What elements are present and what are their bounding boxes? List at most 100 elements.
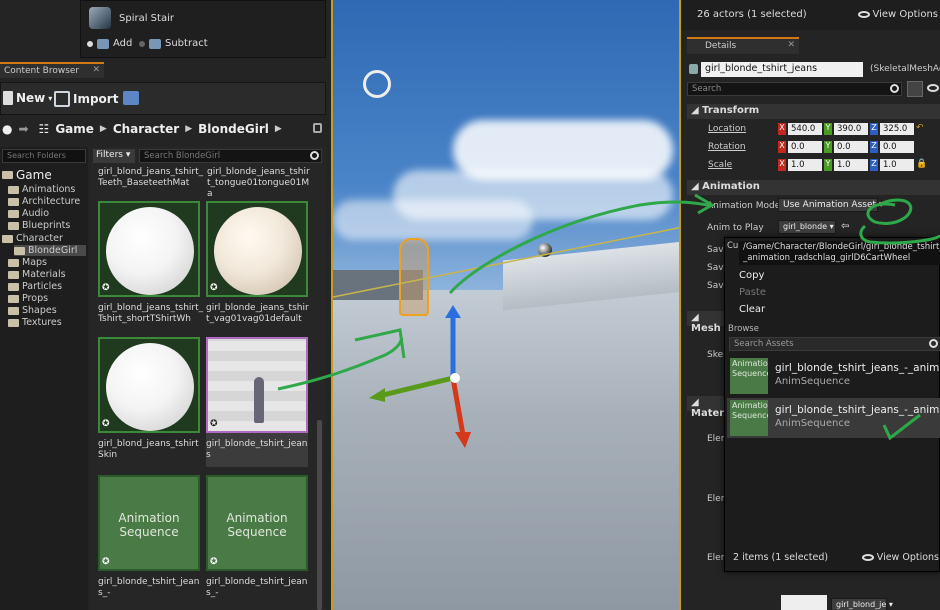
paste-menu-item[interactable]: Paste [739, 287, 766, 298]
cut-label[interactable]: Cu [727, 241, 738, 251]
selected-character-mesh[interactable] [399, 238, 429, 316]
star-icon[interactable]: ✪ [102, 283, 112, 293]
eye-icon[interactable] [927, 84, 939, 92]
folder-label: Particles [22, 281, 63, 292]
folder-item-materials[interactable]: Materials [8, 269, 66, 280]
search-icon[interactable] [929, 339, 938, 348]
subtract-radio[interactable]: Subtract [139, 38, 208, 49]
use-selected-arrow-icon[interactable]: ⇦ [841, 221, 849, 232]
grid-view-icon[interactable] [907, 81, 923, 97]
folder-item-blondegirl[interactable]: BlondeGirl [14, 245, 86, 256]
asset-picker-menu: Cu /Game/Character/BlondeGirl/girl_blond… [724, 237, 940, 572]
back-arrow-icon[interactable]: ● [2, 122, 12, 136]
folder-search-input[interactable]: Search Folders [2, 149, 86, 163]
sphere-reflection-icon[interactable] [538, 243, 552, 257]
asset-picker-view-options-button[interactable]: View Options [861, 552, 939, 563]
breadcrumb-game[interactable]: Game [55, 122, 94, 136]
asset-result-item[interactable]: Animation Sequence girl_blonde_tshirt_je… [727, 356, 940, 396]
search-icon[interactable] [310, 151, 319, 160]
radio-add-icon [87, 40, 93, 47]
asset-result-name: girl_blonde_tshirt_jeans_-_animation_ [775, 362, 940, 374]
folder-label: Audio [22, 208, 50, 219]
folder-item-architecture[interactable]: Architecture [8, 196, 80, 207]
location-z-field[interactable]: 325.0 [880, 123, 914, 135]
breadcrumb-character[interactable]: Character [113, 122, 179, 136]
breadcrumb-separator-icon[interactable]: ▶ [100, 124, 107, 134]
close-icon[interactable]: ✕ [92, 65, 100, 75]
scale-z-field[interactable]: 1.0 [880, 159, 914, 171]
asset-name: girl_blonde_tshirt_jeans_- [206, 577, 308, 598]
animation-title: Animation [702, 181, 760, 192]
anim-to-play-dropdown[interactable]: girl_blonde ▾ [778, 220, 836, 234]
close-icon[interactable]: ✕ [787, 40, 795, 50]
asset-search-input[interactable]: Search BlondeGirl [139, 149, 322, 163]
folder-item-textures[interactable]: Textures [8, 317, 62, 328]
actor-name-field[interactable]: girl_blonde_tshirt_jeans [701, 62, 863, 77]
rotation-label[interactable]: Rotation [708, 142, 746, 152]
star-icon[interactable]: ✪ [210, 557, 220, 567]
spiral-stair-item[interactable]: Spiral Stair [89, 7, 174, 29]
thumbnail-label: Animation Sequence [226, 511, 288, 539]
location-x-field[interactable]: 540.0 [788, 123, 822, 135]
location-label[interactable]: Location [708, 124, 746, 134]
reset-icon[interactable]: ↶ [916, 123, 924, 135]
rotation-x-field[interactable]: 0.0 [788, 141, 822, 153]
asset-picker-search-input[interactable]: Search Assets [729, 337, 940, 351]
save-all-button[interactable] [123, 91, 139, 105]
tab-content-browser[interactable]: Content Browser ✕ [0, 62, 104, 78]
details-search-input[interactable]: Search [687, 82, 902, 96]
folder-item-game[interactable]: Game [2, 168, 52, 182]
search-icon[interactable] [890, 84, 899, 93]
scale-y-field[interactable]: 1.0 [834, 159, 868, 171]
view-options-button[interactable]: View Options [857, 9, 939, 20]
lock-icon[interactable] [313, 123, 322, 133]
star-icon[interactable]: ✪ [210, 283, 220, 293]
folder-item-maps[interactable]: Maps [8, 257, 47, 268]
level-viewport[interactable] [331, 0, 681, 610]
view-options-label: View Options [872, 9, 939, 20]
folder-item-shapes[interactable]: Shapes [8, 305, 57, 316]
breadcrumb-blondegirl[interactable]: BlondeGirl [198, 122, 269, 136]
folder-tree-toggle-icon[interactable]: ☷ [39, 122, 50, 136]
filters-button[interactable]: Filters ▾ [93, 149, 135, 163]
x-axis-icon: X [778, 159, 786, 171]
star-icon[interactable]: ✪ [102, 419, 112, 429]
breadcrumb-separator-icon[interactable]: ▶ [185, 124, 192, 134]
rotation-y-field[interactable]: 0.0 [834, 141, 868, 153]
folder-label: BlondeGirl [28, 245, 78, 256]
transform-category[interactable]: ◢ Transform [687, 104, 940, 119]
folder-item-blueprints[interactable]: Blueprints [8, 220, 70, 231]
breadcrumb-separator-icon[interactable]: ▶ [275, 124, 282, 134]
folder-item-particles[interactable]: Particles [8, 281, 62, 292]
folder-item-character[interactable]: Character [2, 233, 63, 244]
scrollbar[interactable] [317, 420, 322, 610]
material-thumbnail[interactable] [781, 595, 827, 610]
tab-details[interactable]: Details ✕ [687, 37, 799, 54]
import-button[interactable]: Import [54, 91, 118, 107]
lock-icon[interactable]: 🔒 [916, 159, 927, 171]
new-button[interactable]: New ▾ [3, 91, 52, 105]
asset-tile-selected[interactable]: ✪ girl_blonde_tshirt_jeans [206, 337, 308, 467]
asset-result-item-selected[interactable]: Animation Sequence girl_blonde_tshirt_je… [727, 398, 940, 438]
folder-item-props[interactable]: Props [8, 293, 48, 304]
animation-mode-dropdown[interactable]: Use Animation Asset ▾ [778, 198, 883, 212]
content-browser-toolbar: New ▾ Import [0, 82, 326, 115]
add-radio[interactable]: Add [87, 38, 132, 49]
folder-item-audio[interactable]: Audio [8, 208, 49, 219]
star-icon[interactable]: ✪ [102, 557, 112, 567]
chevron-down-icon: ▾ [125, 150, 131, 160]
animation-category[interactable]: ◢ Animation [687, 180, 940, 195]
scale-x-field[interactable]: 1.0 [788, 159, 822, 171]
rotation-z-field[interactable]: 0.0 [880, 141, 914, 153]
forward-arrow-icon[interactable]: ➡ [18, 122, 28, 136]
folder-item-animations[interactable]: Animations [8, 184, 75, 195]
location-y-field[interactable]: 390.0 [834, 123, 868, 135]
materials-title: Mater [691, 408, 725, 419]
star-icon[interactable]: ✪ [210, 419, 220, 429]
directional-light-icon[interactable] [363, 70, 391, 98]
copy-menu-item[interactable]: Copy [739, 270, 764, 281]
material-dropdown[interactable]: girl_blond_je ▾ [831, 598, 893, 610]
scale-label[interactable]: Scale [708, 160, 732, 170]
clear-menu-item[interactable]: Clear [739, 304, 765, 315]
folder-icon [8, 270, 19, 279]
